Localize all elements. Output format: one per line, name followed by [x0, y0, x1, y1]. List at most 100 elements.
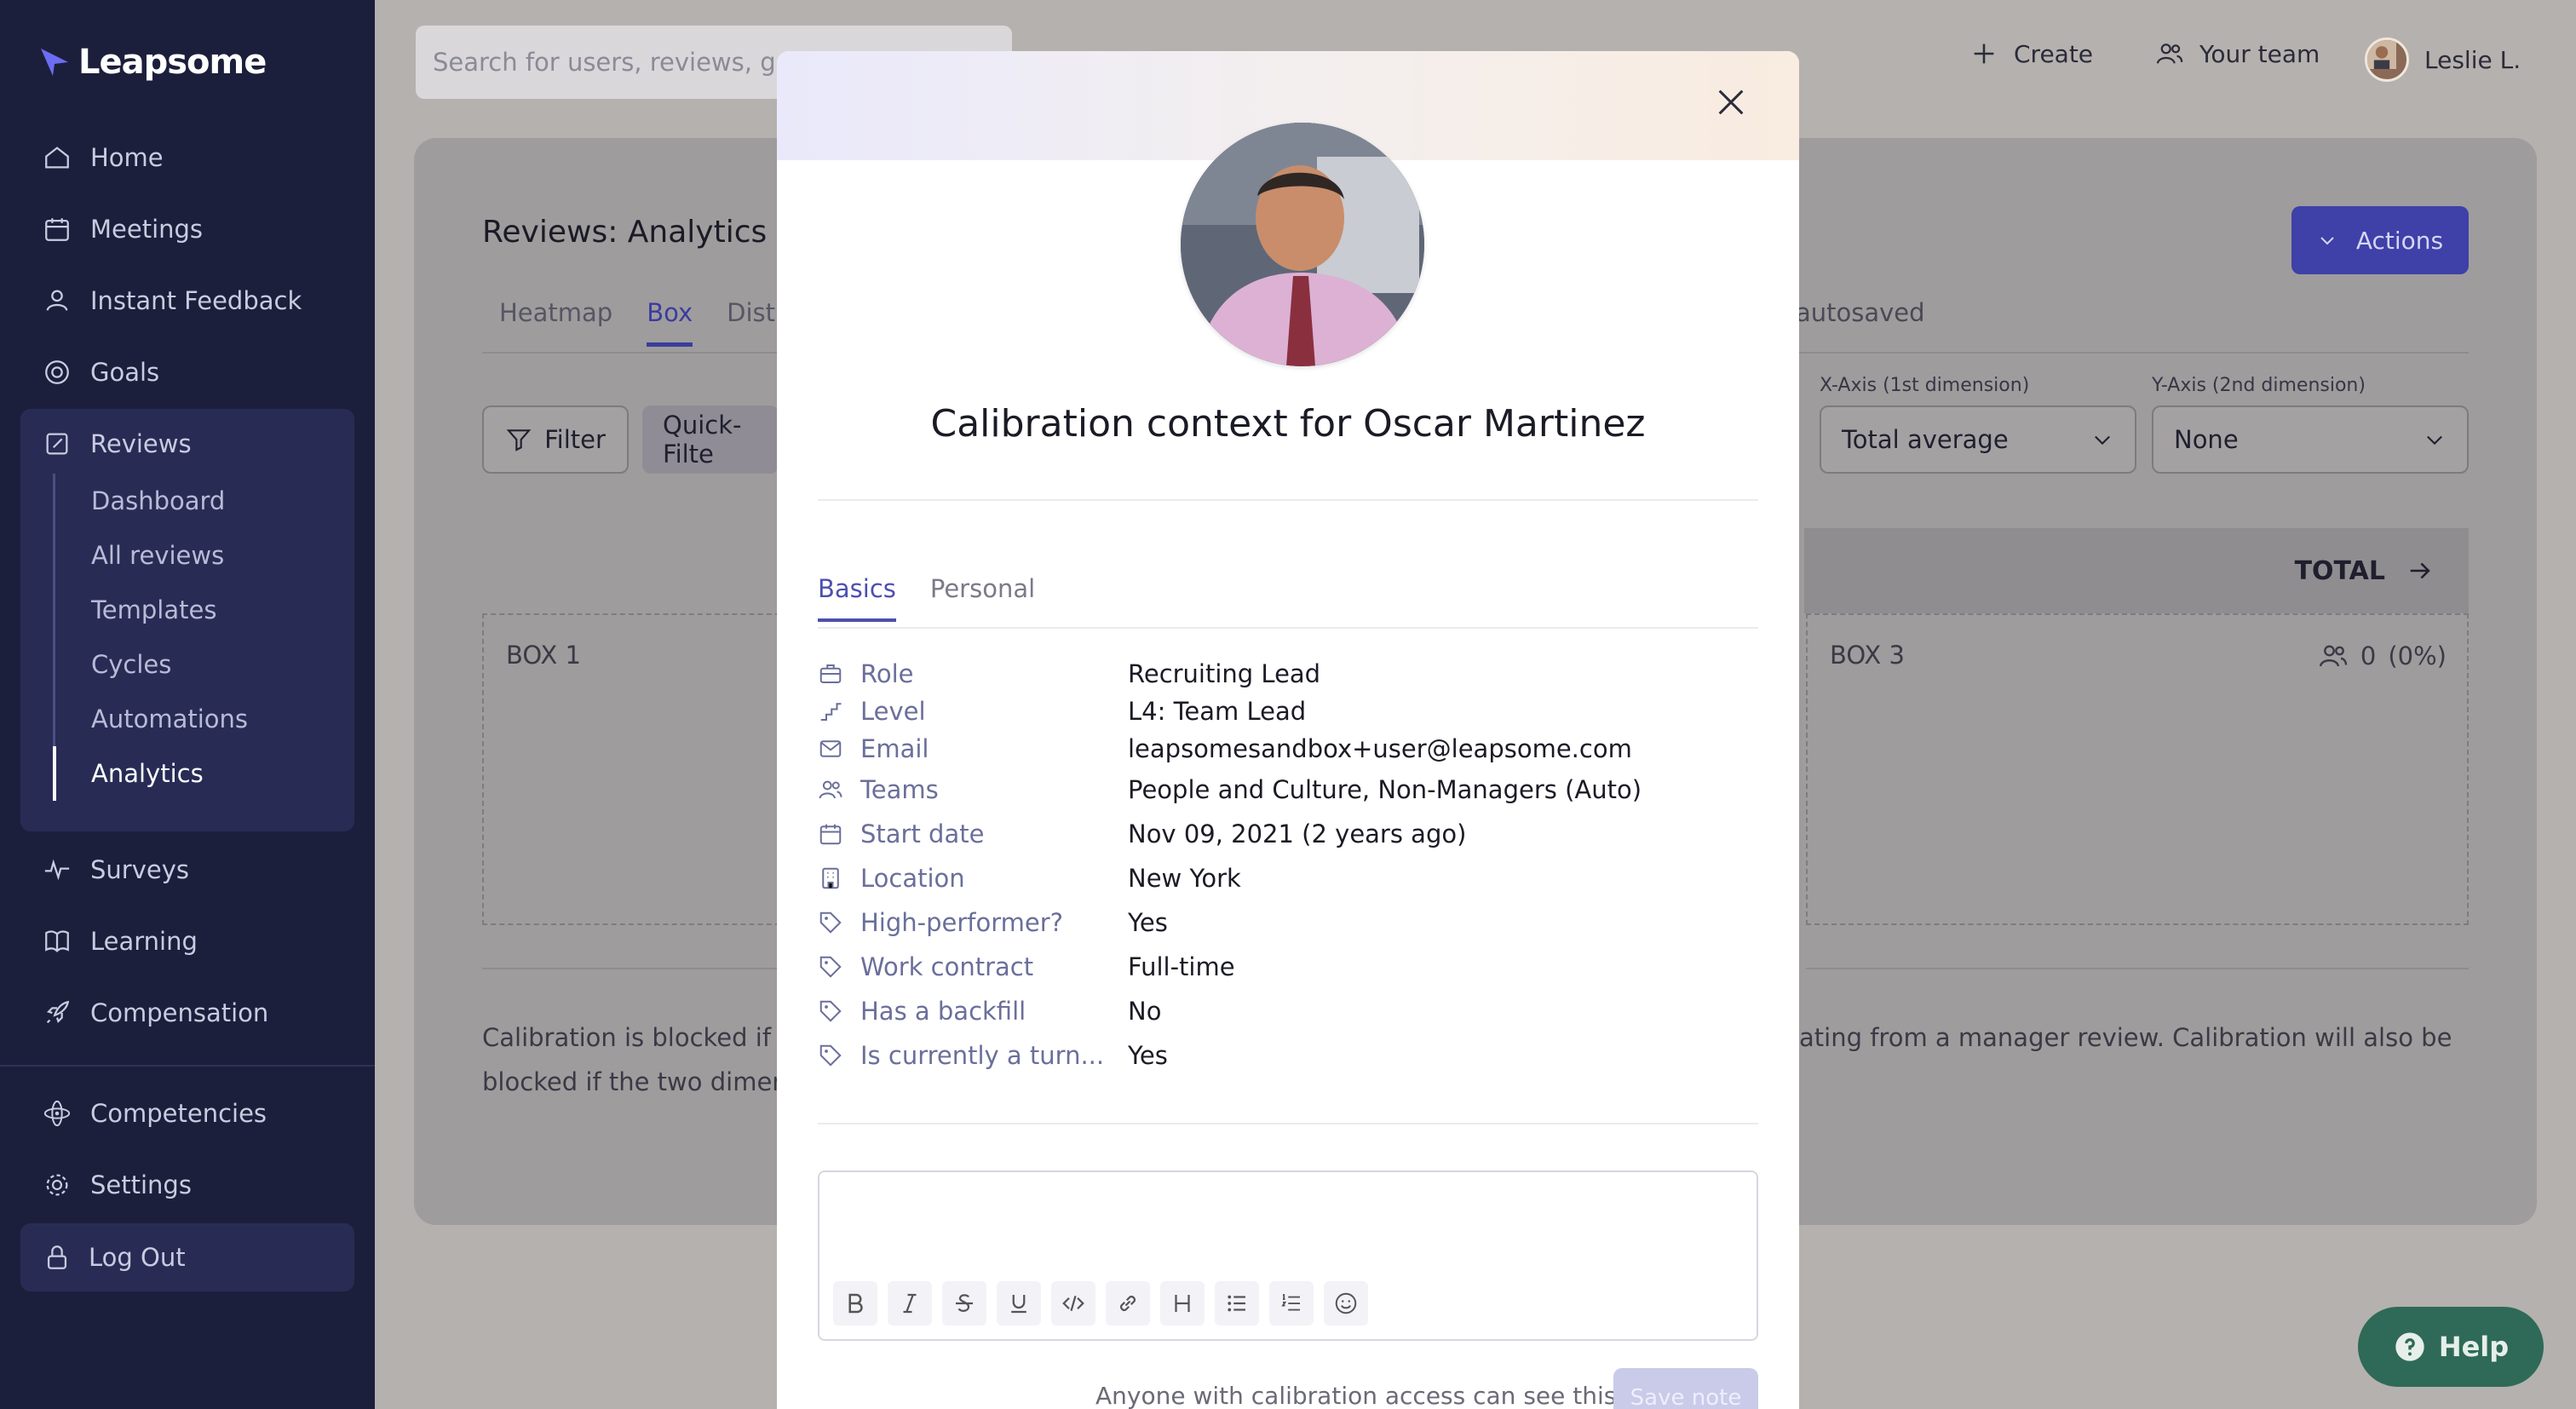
actions-label: Actions — [2355, 226, 2444, 255]
autosaved-status: autosaved — [1796, 298, 1925, 327]
underline-button[interactable] — [997, 1281, 1041, 1326]
actions-button[interactable]: Actions — [2291, 206, 2469, 274]
save-note-label: Save note — [1630, 1385, 1742, 1409]
code-button[interactable] — [1051, 1281, 1095, 1326]
strikethrough-icon — [956, 1294, 973, 1312]
link-button[interactable] — [1106, 1281, 1150, 1326]
field-label: Role — [860, 659, 914, 688]
tag-icon — [819, 1000, 842, 1022]
field-teams: Teams People and Culture, Non-Managers (… — [818, 775, 1642, 804]
field-value: New York — [1128, 864, 1241, 893]
calibration-note-right: ating from a manager review. Calibration… — [1799, 1015, 2452, 1060]
field-work-contract: Work contract Full-time — [818, 952, 1235, 981]
your-team-button[interactable]: Your team — [2155, 39, 2320, 68]
field-role: Role Recruiting Lead — [818, 659, 1320, 688]
help-button[interactable]: Help — [2358, 1307, 2544, 1387]
total-label: TOTAL — [2294, 555, 2385, 586]
field-label: Start date — [860, 820, 985, 848]
field-value: L4: Team Lead — [1128, 697, 1307, 726]
editor-toolbar — [833, 1281, 1368, 1326]
bold-icon — [848, 1293, 863, 1314]
question-icon — [2395, 1332, 2424, 1361]
close-icon[interactable] — [1714, 85, 1748, 119]
field-has-backfill: Has a backfill No — [818, 997, 1161, 1026]
modal-divider — [818, 499, 1758, 501]
chevron-down-icon — [2427, 435, 2442, 446]
tag-icon — [819, 1044, 842, 1067]
total-bar[interactable]: TOTAL — [1804, 528, 2469, 613]
chevron-down-icon — [2320, 237, 2334, 245]
modal-tabs: Basics Personal — [818, 574, 1035, 622]
field-label: High-performer? — [860, 908, 1064, 937]
italic-icon — [903, 1293, 917, 1314]
field-value: Yes — [1128, 1041, 1168, 1070]
underline-icon — [1011, 1295, 1026, 1314]
field-label: Email — [860, 734, 929, 763]
numbered-list-button[interactable] — [1269, 1281, 1314, 1326]
user-name: Leslie L. — [2424, 45, 2521, 74]
help-label: Help — [2438, 1331, 2510, 1363]
field-email: Email leapsomesandbox+user@leapsome.com — [818, 734, 1632, 763]
user-menu[interactable]: Leslie L. — [2365, 37, 2521, 82]
modal-title: Calibration context for Oscar Martinez — [930, 402, 1646, 446]
avatar — [2365, 37, 2409, 82]
field-location: Location New York — [818, 864, 1241, 893]
content-divider — [1806, 968, 2469, 969]
field-start-date: Start date Nov 09, 2021 (2 years ago) — [818, 820, 1466, 848]
heading-button[interactable] — [1160, 1281, 1205, 1326]
emoji-icon — [1335, 1292, 1357, 1314]
y-axis-value: None — [2174, 425, 2239, 454]
visibility-note: Anyone with calibration access can see t… — [1095, 1382, 1617, 1409]
modal-tabs-divider — [818, 627, 1758, 629]
team-icon — [819, 780, 842, 799]
chevron-down-icon — [2095, 435, 2110, 446]
team-icon — [2156, 43, 2183, 64]
building-icon — [822, 867, 839, 889]
field-label: Teams — [860, 775, 939, 804]
x-axis-select[interactable]: Total average — [1820, 405, 2136, 474]
field-label: Work contract — [860, 952, 1034, 981]
field-is-currently-turnover: Is currently a turn... Yes — [818, 1041, 1168, 1070]
y-axis-select[interactable]: None — [2152, 405, 2469, 474]
create-button[interactable]: Create — [1969, 39, 2093, 68]
field-label: Location — [860, 864, 965, 893]
code-icon — [1062, 1295, 1084, 1312]
calendar-icon — [819, 824, 842, 845]
tag-icon — [819, 956, 842, 978]
field-value: Full-time — [1128, 952, 1235, 981]
briefcase-icon — [819, 664, 842, 683]
box-3-percentage: (0%) — [2388, 641, 2447, 670]
field-value: No — [1128, 997, 1162, 1026]
heading-icon — [1175, 1295, 1190, 1312]
tab-basics[interactable]: Basics — [818, 574, 896, 622]
field-high-performer: High-performer? Yes — [818, 908, 1168, 937]
field-level: Level L4: Team Lead — [818, 697, 1306, 726]
field-value: Recruiting Lead — [1128, 659, 1321, 688]
y-axis-label: Y-Axis (2nd dimension) — [2152, 375, 2366, 396]
numbered-list-icon — [1281, 1294, 1300, 1311]
field-label: Has a backfill — [860, 997, 1026, 1026]
calibration-note-line: ating from a manager review. Calibration… — [1799, 1023, 2452, 1052]
profile-photo — [1181, 123, 1424, 366]
modal-divider — [818, 1123, 1758, 1124]
stairs-icon — [820, 703, 842, 721]
strikethrough-button[interactable] — [942, 1281, 986, 1326]
arrow-right-icon — [2410, 562, 2430, 579]
note-editor[interactable] — [818, 1170, 1758, 1341]
field-value: People and Culture, Non-Managers (Auto) — [1128, 775, 1642, 804]
save-note-button[interactable]: Save note — [1613, 1368, 1758, 1409]
box-3[interactable]: BOX 3 0 (0%) — [1806, 613, 2469, 925]
bullet-list-icon — [1228, 1295, 1245, 1312]
emoji-button[interactable] — [1324, 1281, 1368, 1326]
tab-personal[interactable]: Personal — [930, 574, 1035, 622]
field-label: Is currently a turn... — [860, 1041, 1105, 1070]
your-team-label: Your team — [2199, 39, 2320, 68]
bold-button[interactable] — [833, 1281, 877, 1326]
bullet-list-button[interactable] — [1215, 1281, 1259, 1326]
overlay-left[interactable] — [0, 0, 777, 1409]
field-value: leapsomesandbox+user@leapsome.com — [1128, 734, 1632, 763]
italic-button[interactable] — [888, 1281, 932, 1326]
field-label: Level — [860, 697, 926, 726]
create-label: Create — [2014, 39, 2094, 68]
x-axis-label: X-Axis (1st dimension) — [1820, 375, 2030, 396]
